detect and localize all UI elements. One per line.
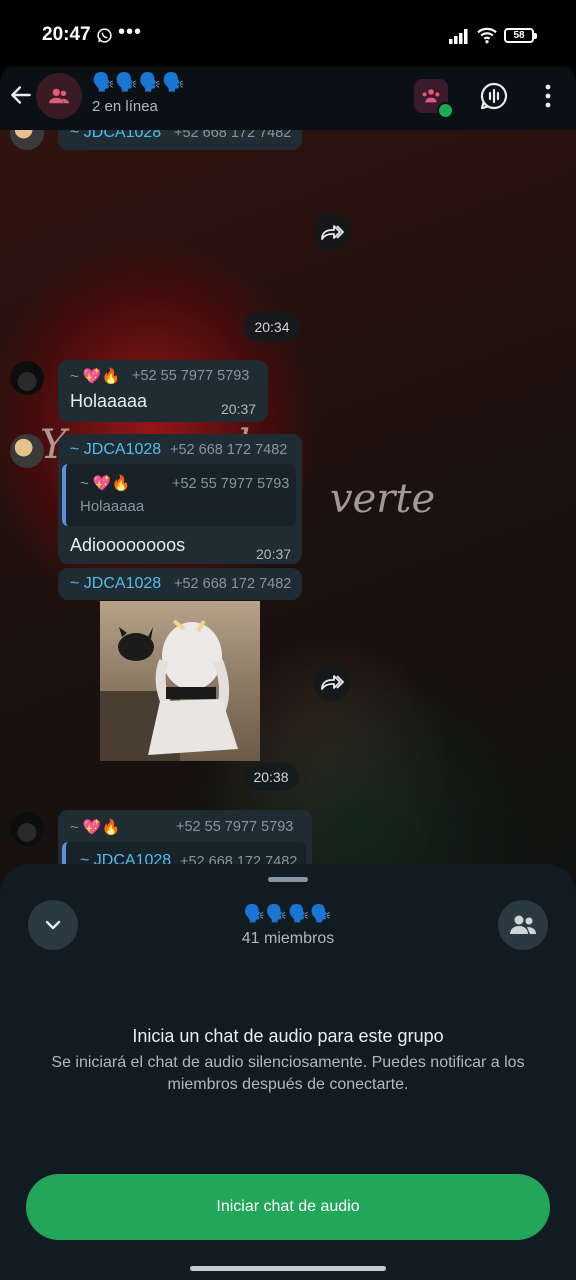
- forward-icon: [321, 675, 344, 690]
- message-time: 20:34: [243, 312, 301, 342]
- back-arrow-icon[interactable]: [8, 82, 34, 108]
- sender-name[interactable]: ~ 💖🔥: [70, 818, 120, 836]
- members-button[interactable]: [498, 900, 548, 950]
- sender-phone: +52 668 172 7482: [174, 576, 292, 592]
- community-icon: [422, 89, 440, 103]
- quoted-sender: ~ 💖🔥: [80, 475, 131, 492]
- home-indicator[interactable]: [190, 1266, 386, 1271]
- people-icon: [510, 915, 536, 934]
- forward-icon: [321, 225, 344, 240]
- message-bubble[interactable]: ~ 💖🔥 +52 55 7977 5793 Holaaaaa 20:37: [58, 360, 268, 422]
- message-time: 20:37: [256, 546, 292, 562]
- online-status: 2 en línea: [92, 98, 158, 115]
- check-badge-icon: [437, 102, 454, 119]
- forward-button[interactable]: [313, 663, 351, 701]
- avatar[interactable]: [10, 361, 44, 395]
- more-notifications-icon: •••: [118, 21, 143, 43]
- message-time: 20:38: [243, 763, 299, 791]
- sender-name[interactable]: ~ 💖🔥: [70, 367, 120, 385]
- sender-phone: +52 668 172 7482: [174, 130, 292, 141]
- group-name[interactable]: 🗣️🗣️🗣️🗣️: [92, 72, 186, 93]
- message-bubble[interactable]: ~ JDCA1028 +52 668 172 7482: [58, 130, 302, 150]
- group-avatar[interactable]: [36, 73, 82, 119]
- avatar[interactable]: [10, 812, 44, 846]
- sheet-group-name: 🗣️🗣️🗣️🗣️: [243, 904, 333, 923]
- avatar[interactable]: [10, 434, 44, 468]
- message-bubble[interactable]: ~ JDCA1028 +52 668 172 7482: [58, 568, 302, 600]
- message-text: Adioooooooos: [70, 535, 186, 555]
- sheet-heading: Inicia un chat de audio para este grupo: [132, 1026, 444, 1046]
- quoted-phone: +52 55 7977 5793: [172, 476, 290, 492]
- sheet-description: Se iniciará el chat de audio silenciosam…: [51, 1054, 525, 1093]
- status-time: 20:47: [42, 24, 91, 45]
- chat-header: 🗣️🗣️🗣️🗣️ 2 en línea: [0, 62, 576, 130]
- sender-name[interactable]: ~ JDCA1028: [70, 575, 161, 593]
- anime-girl-sticker: [100, 619, 238, 761]
- quoted-message[interactable]: ~ 💖🔥 +52 55 7977 5793 Holaaaaa: [62, 464, 296, 526]
- sender-name[interactable]: ~ JDCA1028: [70, 441, 161, 459]
- status-bar: 20:47 ••• 58: [0, 0, 576, 66]
- members-count: 41 miembros: [241, 930, 335, 947]
- sender-phone: +52 55 7977 5793: [132, 368, 250, 384]
- sender-phone: +52 55 7977 5793: [176, 819, 294, 835]
- battery-icon: 58: [504, 28, 537, 43]
- message-time: 20:37: [221, 401, 257, 417]
- community-button[interactable]: [414, 79, 454, 119]
- group-icon: [49, 88, 69, 104]
- message-bubble[interactable]: ~ JDCA1028 +52 668 172 7482 ~ 💖🔥 +52 55 …: [58, 434, 302, 564]
- audio-chat-icon[interactable]: [479, 81, 509, 111]
- wifi-icon: [477, 27, 497, 44]
- sender-name[interactable]: ~ JDCA1028: [70, 130, 161, 142]
- whatsapp-icon: [97, 28, 112, 43]
- start-audio-chat-button[interactable]: Iniciar chat de audio: [26, 1174, 550, 1240]
- message-text: Holaaaaa: [70, 391, 148, 411]
- sender-phone: +52 668 172 7482: [170, 442, 288, 458]
- chat-messages[interactable]: Y o recordar, verte ~ JDCA1028 +52 668 1…: [0, 130, 576, 890]
- drag-handle[interactable]: [268, 877, 308, 882]
- quoted-text: Holaaaaa: [80, 498, 145, 515]
- signal-icon: [449, 29, 468, 44]
- more-options-icon[interactable]: [536, 83, 560, 109]
- forward-button[interactable]: [313, 213, 351, 251]
- audio-chat-sheet: 🗣️🗣️🗣️🗣️ 41 miembros Inicia un chat de a…: [0, 864, 576, 1280]
- sticker-image[interactable]: [100, 601, 260, 761]
